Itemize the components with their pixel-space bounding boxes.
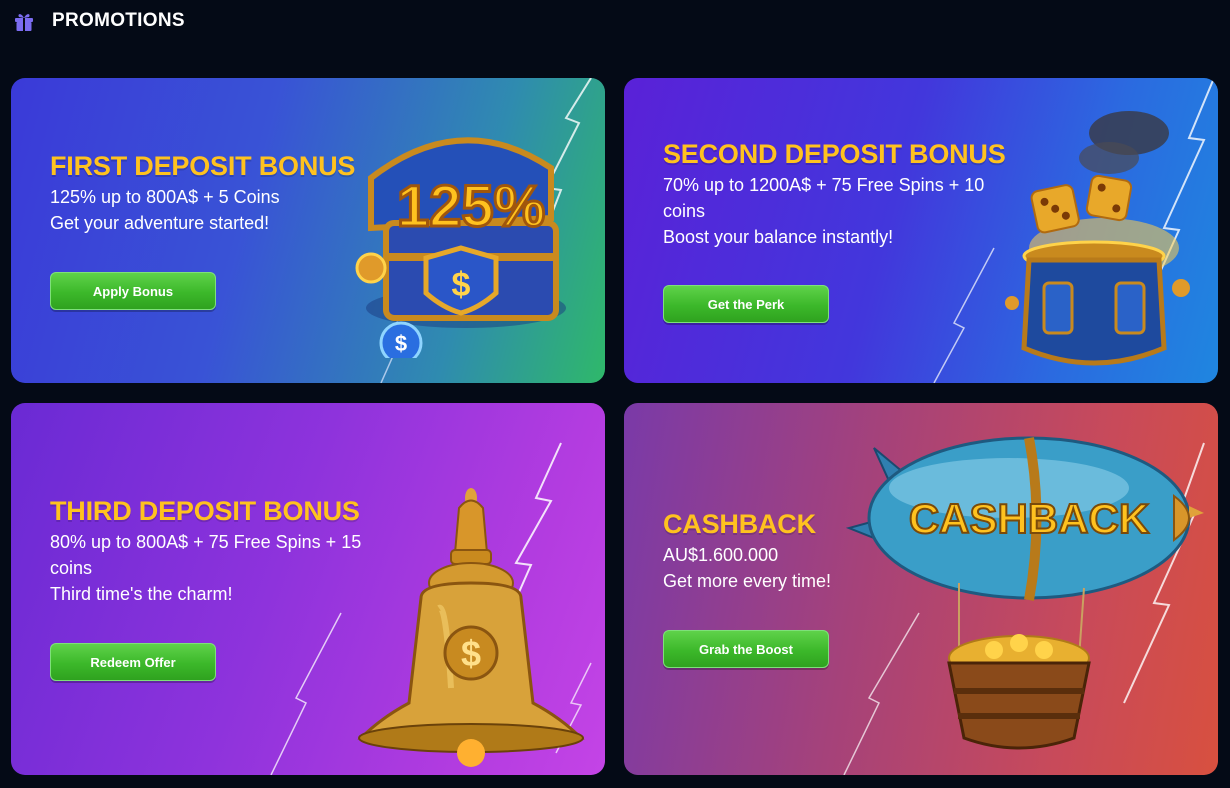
promo-title: SECOND DEPOSIT BONUS (663, 139, 1006, 169)
svg-text:$: $ (395, 331, 407, 356)
chest-percent-text: 125% (397, 174, 545, 239)
redeem-offer-button[interactable]: Redeem Offer (50, 643, 216, 681)
promo-line: Third time's the charm! (50, 584, 233, 604)
apply-bonus-button[interactable]: Apply Bonus (50, 272, 216, 310)
gift-icon (15, 14, 33, 31)
promo-title: FIRST DEPOSIT BONUS (50, 151, 356, 181)
grab-the-boost-button[interactable]: Grab the Boost (663, 630, 829, 668)
promo-line: Get more every time! (663, 571, 832, 591)
promo-line: AU$1.600.000 (663, 545, 779, 565)
promo-title: THIRD DEPOSIT BONUS (50, 496, 360, 526)
promo-text: THIRD DEPOSIT BONUS 80% up to 800A$ + 75… (50, 495, 410, 607)
promo-line: 80% up to 800A$ + 75 Free Spins + 15 (50, 532, 362, 552)
promo-text: CASHBACK AU$1.600.000 Get more every tim… (663, 508, 993, 594)
promo-line: coins (663, 201, 706, 221)
promo-text: SECOND DEPOSIT BONUS 70% up to 1200A$ + … (663, 138, 1023, 250)
promo-card-first-deposit: $ 125% $ FIRST DEPOSIT BONUS 125% up to … (11, 78, 605, 383)
promo-text: FIRST DEPOSIT BONUS 125% up to 800A$ + 5… (50, 150, 380, 236)
promo-card-second-deposit: SECOND DEPOSIT BONUS 70% up to 1200A$ + … (624, 78, 1218, 383)
get-the-perk-button[interactable]: Get the Perk (663, 285, 829, 323)
promo-card-third-deposit: $ THIRD DEPOSIT BONUS 80% up to 800A$ + … (11, 403, 605, 775)
svg-text:$: $ (461, 633, 481, 674)
treasure-chest-art: $ 125% $ (355, 137, 566, 358)
promo-line: Get your adventure started! (50, 213, 270, 233)
page-title: PROMOTIONS (52, 10, 185, 31)
promo-title: CASHBACK (663, 509, 816, 539)
promo-line: coins (50, 558, 93, 578)
promo-line: 125% up to 800A$ + 5 Coins (50, 187, 280, 207)
promo-card-cashback: CASHBACK CASHBACK AU$1.600.000 Get more … (624, 403, 1218, 775)
promo-line: Boost your balance instantly! (663, 227, 894, 247)
page-header: PROMOTIONS (12, 8, 185, 34)
promo-line: 70% up to 1200A$ + 75 Free Spins + 10 (663, 175, 985, 195)
svg-text:$: $ (452, 266, 471, 304)
